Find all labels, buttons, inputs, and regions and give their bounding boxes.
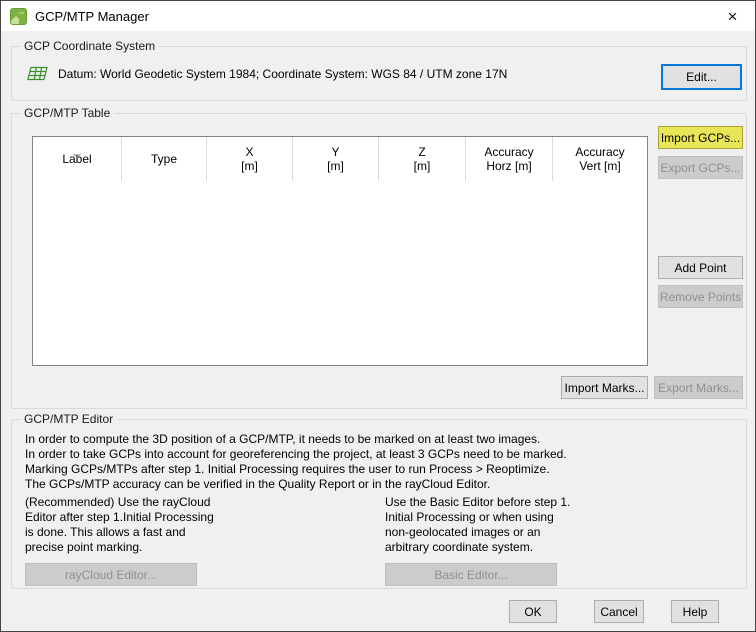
app-icon (10, 7, 27, 25)
export-marks-button: Export Marks... (654, 376, 743, 399)
table-body-empty[interactable] (33, 181, 647, 365)
table-header-row: Label Type X [m] Y [m] Z [m] Accuracy Ho… (33, 137, 647, 181)
import-gcps-button[interactable]: Import GCPs... (658, 126, 743, 149)
datum-grid-icon (27, 66, 48, 81)
group-label-editor: GCP/MTP Editor (20, 412, 118, 427)
raycloud-editor-button: rayCloud Editor... (25, 563, 197, 586)
raycloud-editor-description: (Recommended) Use the rayCloud Editor af… (25, 495, 214, 554)
import-marks-button[interactable]: Import Marks... (561, 376, 648, 399)
edit-button[interactable]: Edit... (661, 64, 742, 90)
sort-indicator-icon (73, 139, 82, 172)
close-icon[interactable]: × (710, 1, 755, 31)
ok-button[interactable]: OK (509, 600, 557, 623)
gcp-coordinate-system-group: GCP Coordinate System Datum: World Geode… (11, 39, 747, 101)
column-header-y[interactable]: Y [m] (293, 137, 379, 181)
column-header-accuracy-horz[interactable]: Accuracy Horz [m] (466, 137, 553, 181)
editor-info-line-1: In order to compute the 3D position of a… (25, 432, 541, 446)
cancel-button[interactable]: Cancel (594, 600, 644, 623)
add-point-button[interactable]: Add Point (658, 256, 743, 279)
window-title: GCP/MTP Manager (35, 8, 149, 24)
basic-editor-button: Basic Editor... (385, 563, 557, 586)
gcp-mtp-manager-dialog: GCP/MTP Manager × GCP Coordinate System … (0, 0, 756, 632)
gcp-mtp-table-group: GCP/MTP Table Label Type X [m] Y [m] Z [… (11, 106, 747, 409)
titlebar: GCP/MTP Manager × (1, 1, 755, 31)
editor-info-line-2: In order to take GCPs into account for g… (25, 447, 567, 461)
coordinate-system-summary: Datum: World Geodetic System 1984; Coord… (58, 66, 508, 81)
basic-editor-description: Use the Basic Editor before step 1. Init… (385, 495, 571, 554)
column-header-z[interactable]: Z [m] (379, 137, 466, 181)
export-gcps-button: Export GCPs... (658, 156, 743, 179)
remove-points-button: Remove Points (658, 285, 743, 308)
dialog-body: GCP Coordinate System Datum: World Geode… (1, 31, 755, 631)
column-header-label[interactable]: Label (33, 137, 122, 181)
help-button[interactable]: Help (671, 600, 719, 623)
group-label-coordinate-system: GCP Coordinate System (20, 39, 160, 54)
column-header-x[interactable]: X [m] (207, 137, 293, 181)
column-header-accuracy-vert[interactable]: Accuracy Vert [m] (553, 137, 647, 181)
group-label-table: GCP/MTP Table (20, 106, 115, 121)
column-header-type[interactable]: Type (122, 137, 207, 181)
editor-info-line-4: The GCPs/MTP accuracy can be verified in… (25, 477, 491, 491)
editor-info-line-3: Marking GCPs/MTPs after step 1. Initial … (25, 462, 550, 476)
gcp-table[interactable]: Label Type X [m] Y [m] Z [m] Accuracy Ho… (32, 136, 648, 366)
coordinate-system-row: Datum: World Geodetic System 1984; Coord… (27, 66, 507, 81)
gcp-mtp-editor-group: GCP/MTP Editor In order to compute the 3… (11, 412, 747, 589)
